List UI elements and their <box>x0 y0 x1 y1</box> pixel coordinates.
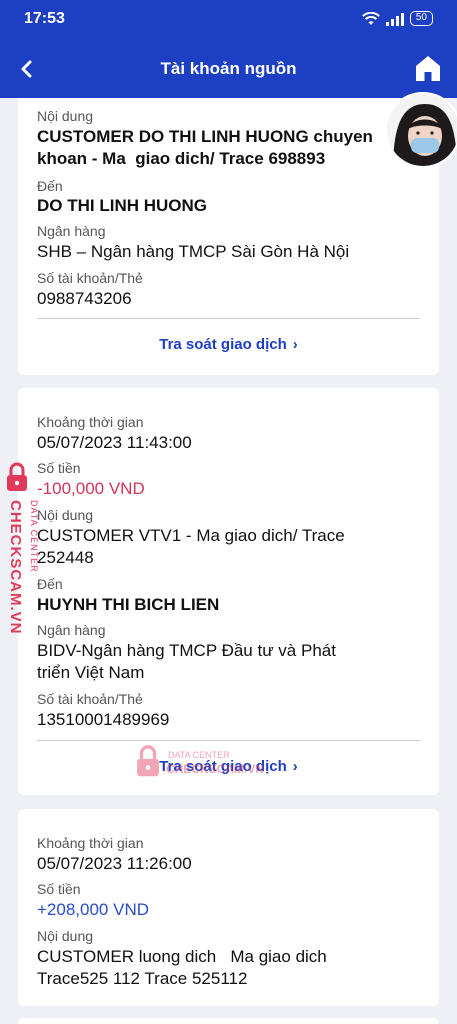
transaction-card: Khoảng thời gian 05/07/2023 11:43:00 Số … <box>18 388 439 795</box>
recipient-label: Đến <box>37 576 63 592</box>
home-icon[interactable] <box>415 53 441 83</box>
trace-button-label: Tra soát giao dịch <box>159 336 287 353</box>
watermark-brand: CHECKSCAM.VN <box>7 500 24 635</box>
time-label: Khoảng thời gian <box>37 414 144 430</box>
amount-value: -100,000 VND <box>37 479 145 498</box>
account-value: 0988743206 <box>37 289 132 308</box>
transaction-card: Nội dung CUSTOMER DO THI LINH HUONG chuy… <box>18 98 439 375</box>
watermark-subtitle: DATA CENTER <box>29 500 39 573</box>
content-value: CUSTOMER DO THI LINH HUONG chuyen khoan … <box>37 127 373 168</box>
wifi-icon <box>361 11 380 25</box>
content-label: Nội dung <box>37 108 94 124</box>
transaction-list[interactable]: Nội dung CUSTOMER DO THI LINH HUONG chuy… <box>0 98 457 1024</box>
recipient-value: DO THI LINH HUONG <box>37 196 207 215</box>
transaction-card <box>18 1018 439 1024</box>
account-value: 13510001489969 <box>37 710 170 729</box>
amount-label: Số tiền <box>37 881 81 897</box>
recipient-value: HUYNH THI BICH LIEN <box>37 595 220 614</box>
time-value: 05/07/2023 11:26:00 <box>37 854 192 873</box>
account-label: Số tài khoản/Thẻ <box>37 691 143 707</box>
watermark-center-sub: DATA CENTER <box>168 750 230 760</box>
content-label: Nội dung <box>37 928 94 944</box>
divider <box>37 318 420 319</box>
watermark-center-brand: CHECKSCAM.VN <box>166 762 265 776</box>
recipient-label: Đến <box>37 178 63 194</box>
bank-label: Ngân hàng <box>37 622 106 638</box>
avatar <box>385 92 457 168</box>
status-time: 17:53 <box>24 10 65 27</box>
time-value: 05/07/2023 11:43:00 <box>37 433 192 452</box>
bank-value: SHB – Ngân hàng TMCP Sài Gòn Hà Nội <box>37 242 350 261</box>
signal-icon <box>385 12 404 26</box>
status-icons: 50 <box>361 11 433 26</box>
amount-label: Số tiền <box>37 460 81 476</box>
bank-label: Ngân hàng <box>37 223 106 239</box>
transaction-card: Khoảng thời gian 05/07/2023 11:26:00 Số … <box>18 809 439 1006</box>
page-title: Tài khoản nguồn <box>160 59 297 78</box>
content-value: CUSTOMER luong dich Ma giao dich Trace52… <box>37 947 327 988</box>
lock-icon <box>137 745 159 777</box>
content-label: Nội dung <box>37 507 94 523</box>
trace-transaction-button[interactable]: Tra soát giao dịch › <box>18 336 439 353</box>
time-label: Khoảng thời gian <box>37 835 144 851</box>
bank-value: BIDV-Ngân hàng TMCP Đầu tư và Phát triển… <box>37 641 336 682</box>
app-bar: Tài khoản nguồn <box>0 40 457 98</box>
divider <box>37 740 420 741</box>
chevron-right-icon: › <box>292 336 298 353</box>
watermark-center: DATA CENTER CHECKSCAM.VN <box>136 744 276 780</box>
lock-icon <box>7 462 27 491</box>
amount-value: +208,000 VND <box>37 900 149 919</box>
battery-indicator: 50 <box>409 11 433 26</box>
account-label: Số tài khoản/Thẻ <box>37 270 143 286</box>
avatar-image <box>387 94 457 166</box>
chevron-right-icon: › <box>292 758 298 775</box>
content-value: CUSTOMER VTV1 - Ma giao dich/ Trace 2524… <box>37 526 345 567</box>
status-bar: 17:53 50 <box>0 0 457 40</box>
